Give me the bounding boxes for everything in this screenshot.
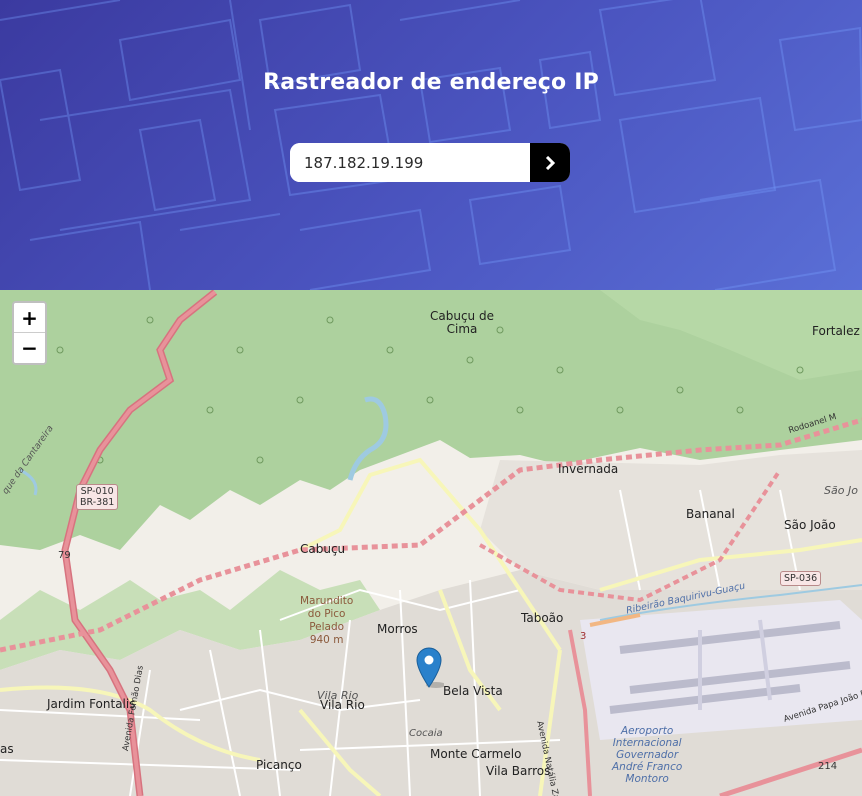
location-marker[interactable] — [416, 646, 446, 692]
header-banner: Rastreador de endereço IP — [0, 0, 862, 290]
highway-shield: SP-036 — [780, 571, 822, 586]
place-label: Taboão — [521, 611, 564, 625]
place-label: Morros — [377, 622, 418, 636]
place-label: as — [0, 742, 14, 756]
route-number: 79 — [58, 550, 71, 561]
place-label: Vila Rio — [320, 698, 365, 712]
place-label: Bela Vista — [443, 684, 503, 698]
ip-search-input[interactable] — [290, 143, 530, 182]
route-number: 214 — [818, 761, 838, 772]
map-view[interactable]: Cabuçu de Cima Fortalez Invernada Banana… — [0, 290, 862, 796]
place-label: Monte Carmelo — [430, 747, 522, 761]
place-label: Invernada — [558, 462, 619, 476]
place-label: Picanço — [256, 758, 302, 772]
place-label: Fortalez — [812, 324, 860, 338]
zoom-control: + − — [12, 301, 47, 365]
page-title: Rastreador de endereço IP — [263, 70, 599, 95]
place-label: Cabuçu — [300, 542, 346, 556]
peak-label: Marundito do Pico Pelado 940 m — [300, 595, 354, 646]
ip-search-form — [290, 143, 570, 182]
map-pin-icon — [416, 647, 446, 688]
place-label: Cabuçu de Cima — [430, 309, 494, 336]
chevron-right-icon — [545, 155, 556, 170]
place-label: Bananal — [686, 507, 735, 521]
route-number: 3 — [580, 631, 587, 642]
zoom-out-button[interactable]: − — [14, 333, 45, 363]
place-label: São João — [784, 518, 836, 532]
highway-shield: SP-010 BR-381 — [76, 484, 119, 510]
place-label: Jardim Fontalis — [47, 697, 136, 711]
search-submit-button[interactable] — [530, 143, 570, 182]
place-label: Cocaia — [409, 728, 443, 739]
airport-label: Aeroporto Internacional Governador André… — [612, 725, 683, 785]
place-label: São Jo — [824, 484, 858, 497]
zoom-in-button[interactable]: + — [14, 303, 45, 333]
